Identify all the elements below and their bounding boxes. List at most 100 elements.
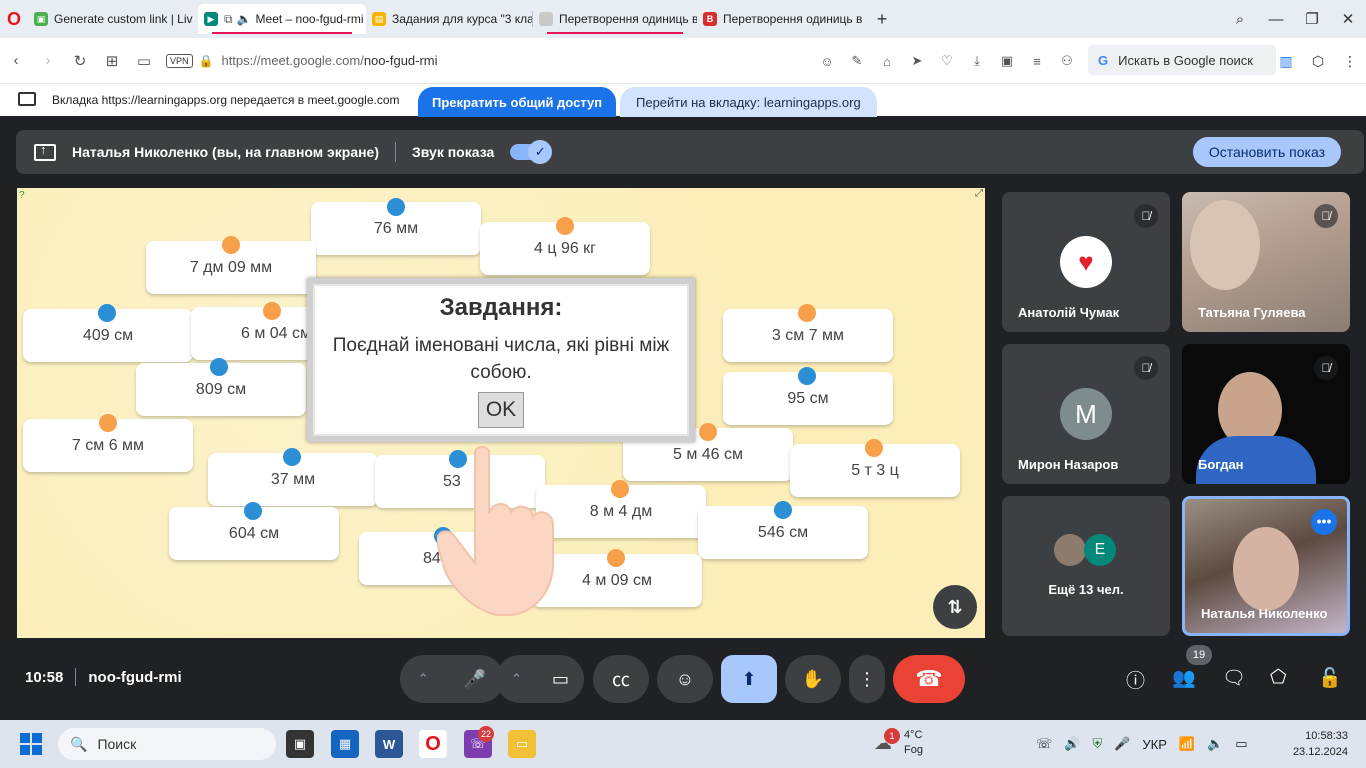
connector-dot[interactable] xyxy=(99,414,117,432)
share-audio-toggle[interactable]: ✓ xyxy=(510,140,553,164)
participant-tile[interactable]: 🎙̸ Татьяна Гуляева xyxy=(1182,192,1350,332)
tab-generate-link[interactable]: ▣ Generate custom link | Liv xyxy=(28,4,198,34)
address-bar: ‹ › ↻ ⊞ ▭ VPN 🔒 https://meet.google.com/… xyxy=(0,38,1366,84)
opera-taskbar-icon[interactable]: O xyxy=(419,730,447,758)
download-icon[interactable]: ⤓ xyxy=(962,53,992,69)
host-controls-icon[interactable]: 🔓 xyxy=(1318,666,1342,690)
connector-dot[interactable] xyxy=(263,302,281,320)
participant-tile[interactable]: 🎙̸ Богдан xyxy=(1182,344,1350,484)
menu-icon[interactable]: ≡ xyxy=(1022,54,1052,69)
fullscreen-icon[interactable]: ⤢ xyxy=(975,188,983,199)
captions-button[interactable]: ㏄ xyxy=(593,655,649,703)
task-view-icon[interactable]: ▣ xyxy=(286,730,314,758)
connector-dot[interactable] xyxy=(699,423,717,441)
heart-icon[interactable]: ♡ xyxy=(932,53,962,69)
tab-peretvorennya-1[interactable]: Перетворення одиниць в xyxy=(533,4,697,34)
opera-logo[interactable]: O xyxy=(0,0,28,38)
edit-icon[interactable]: ✎ xyxy=(842,53,872,69)
snapshot-icon[interactable]: ⌂ xyxy=(872,54,902,69)
connector-dot[interactable] xyxy=(798,367,816,385)
connector-dot[interactable] xyxy=(798,304,816,322)
self-tile[interactable]: ••• Наталья Николенко xyxy=(1182,496,1350,636)
more-options-icon[interactable]: ••• xyxy=(1311,509,1337,535)
taskbar-search[interactable]: 🔍 Поиск xyxy=(58,728,276,760)
viber-tray-icon[interactable]: ☏ xyxy=(1036,736,1052,752)
vpn-badge[interactable]: VPN xyxy=(166,53,193,68)
info-icon[interactable]: ⓘ xyxy=(1126,666,1145,693)
more-options-button[interactable]: ⋮ xyxy=(849,655,885,703)
tab-zadaniya[interactable]: ▤ Задания для курса "3 кла xyxy=(366,4,532,34)
people-icon[interactable]: 👥 xyxy=(1172,666,1196,690)
help-icon[interactable]: ? xyxy=(19,190,25,201)
url-field[interactable]: https://meet.google.com/noo-fgud-rmi xyxy=(221,53,437,68)
tab-active-underline xyxy=(212,32,352,34)
camera-icon[interactable]: ▭ xyxy=(128,52,160,70)
microphone-tray-icon[interactable]: 🎤 xyxy=(1114,736,1130,752)
weather-widget[interactable]: ☁ 1 4°C Fog xyxy=(874,728,923,758)
connector-dot[interactable] xyxy=(210,358,228,376)
video-popout-icon[interactable]: ▣ xyxy=(992,53,1022,69)
battery-icon[interactable]: ▭ xyxy=(1235,736,1247,752)
sidebar-icon[interactable]: ▥ xyxy=(1270,53,1302,70)
chat-icon[interactable]: 🗨 xyxy=(1222,666,1246,690)
search-tabs-icon[interactable]: ⌕ xyxy=(1222,11,1258,28)
volume-icon[interactable]: 🔈 xyxy=(1207,736,1223,752)
more-menu-icon[interactable]: ⋮ xyxy=(1334,53,1366,70)
minimize-icon[interactable]: — xyxy=(1258,11,1294,28)
swap-layout-button[interactable]: ⇅ xyxy=(933,585,977,629)
participant-tile[interactable]: M 🎙̸ Мирон Назаров xyxy=(1002,344,1170,484)
lock-icon[interactable]: 🔒 xyxy=(199,54,214,68)
reactions-button[interactable]: ☺ xyxy=(657,655,713,703)
system-clock[interactable]: 10:58:33 23.12.2024 xyxy=(1293,728,1348,760)
connector-dot[interactable] xyxy=(556,217,574,235)
ok-button[interactable]: OK xyxy=(478,392,524,428)
connector-dot[interactable] xyxy=(611,480,629,498)
connector-dot[interactable] xyxy=(607,549,625,567)
windows-start-icon[interactable] xyxy=(20,733,42,755)
avatar: M xyxy=(1060,388,1112,440)
store-icon[interactable]: ▦ xyxy=(331,730,359,758)
stop-presenting-button[interactable]: Остановить показ xyxy=(1192,137,1341,167)
present-button[interactable]: ⬆ xyxy=(721,655,777,703)
tabs-grid-icon[interactable]: ⊞ xyxy=(96,52,128,70)
forward-icon[interactable]: › xyxy=(32,52,64,69)
camera-options-chevron-icon[interactable]: ⌃ xyxy=(511,671,522,687)
connector-dot[interactable] xyxy=(387,198,405,216)
restore-icon[interactable]: ❐ xyxy=(1294,10,1330,28)
word-icon[interactable]: W xyxy=(375,730,403,758)
new-tab-button[interactable]: + xyxy=(867,9,897,30)
speaker-icon[interactable]: 🔈 xyxy=(237,12,252,26)
raise-hand-button[interactable]: ✋ xyxy=(785,655,841,703)
wifi-icon[interactable]: 📶 xyxy=(1179,736,1195,752)
audio-tray-icon[interactable]: 🔊 xyxy=(1064,736,1080,752)
connector-dot[interactable] xyxy=(865,439,883,457)
go-to-tab-button[interactable]: Перейти на вкладку: learningapps.org xyxy=(620,87,877,117)
back-icon[interactable]: ‹ xyxy=(0,52,32,69)
stop-sharing-button[interactable]: Прекратить общий доступ xyxy=(418,87,617,117)
activities-icon[interactable]: ⬠ xyxy=(1270,666,1287,689)
microphone-icon[interactable]: 🎤 xyxy=(464,669,486,690)
connector-dot[interactable] xyxy=(774,501,792,519)
tab-meet[interactable]: ▶ ⧉ 🔈 Meet – noo-fgud-rmi xyxy=(198,4,366,34)
participant-tile[interactable]: ♥ 🎙̸ Анатолій Чумак xyxy=(1002,192,1170,332)
participant-tile-others[interactable]: E Ещё 13 чел. xyxy=(1002,496,1170,636)
tab-peretvorennya-2[interactable]: B Перетворення одиниць в xyxy=(697,4,867,34)
reload-icon[interactable]: ↻ xyxy=(64,52,96,70)
profile-icon[interactable]: ⚇ xyxy=(1052,53,1082,69)
security-tray-icon[interactable]: ⛨ xyxy=(1092,736,1102,752)
connector-dot[interactable] xyxy=(222,236,240,254)
emoji-icon[interactable]: ☺ xyxy=(812,54,842,69)
picture-in-picture-icon[interactable]: ⧉ xyxy=(224,12,233,27)
send-icon[interactable]: ➤ xyxy=(902,53,932,69)
connector-dot[interactable] xyxy=(244,502,262,520)
extensions-icon[interactable]: ⬡ xyxy=(1302,53,1334,70)
google-search-field[interactable]: G Искать в Google поиск xyxy=(1088,45,1276,75)
file-explorer-icon[interactable]: ▭ xyxy=(508,730,536,758)
camera-icon[interactable]: ▭ xyxy=(552,669,569,690)
close-icon[interactable]: ✕ xyxy=(1330,10,1366,28)
language-indicator[interactable]: УКР xyxy=(1142,737,1167,752)
leave-call-button[interactable]: ☎ xyxy=(893,655,965,703)
mic-options-chevron-icon[interactable]: ⌃ xyxy=(418,671,429,687)
connector-dot[interactable] xyxy=(283,448,301,466)
connector-dot[interactable] xyxy=(98,304,116,322)
